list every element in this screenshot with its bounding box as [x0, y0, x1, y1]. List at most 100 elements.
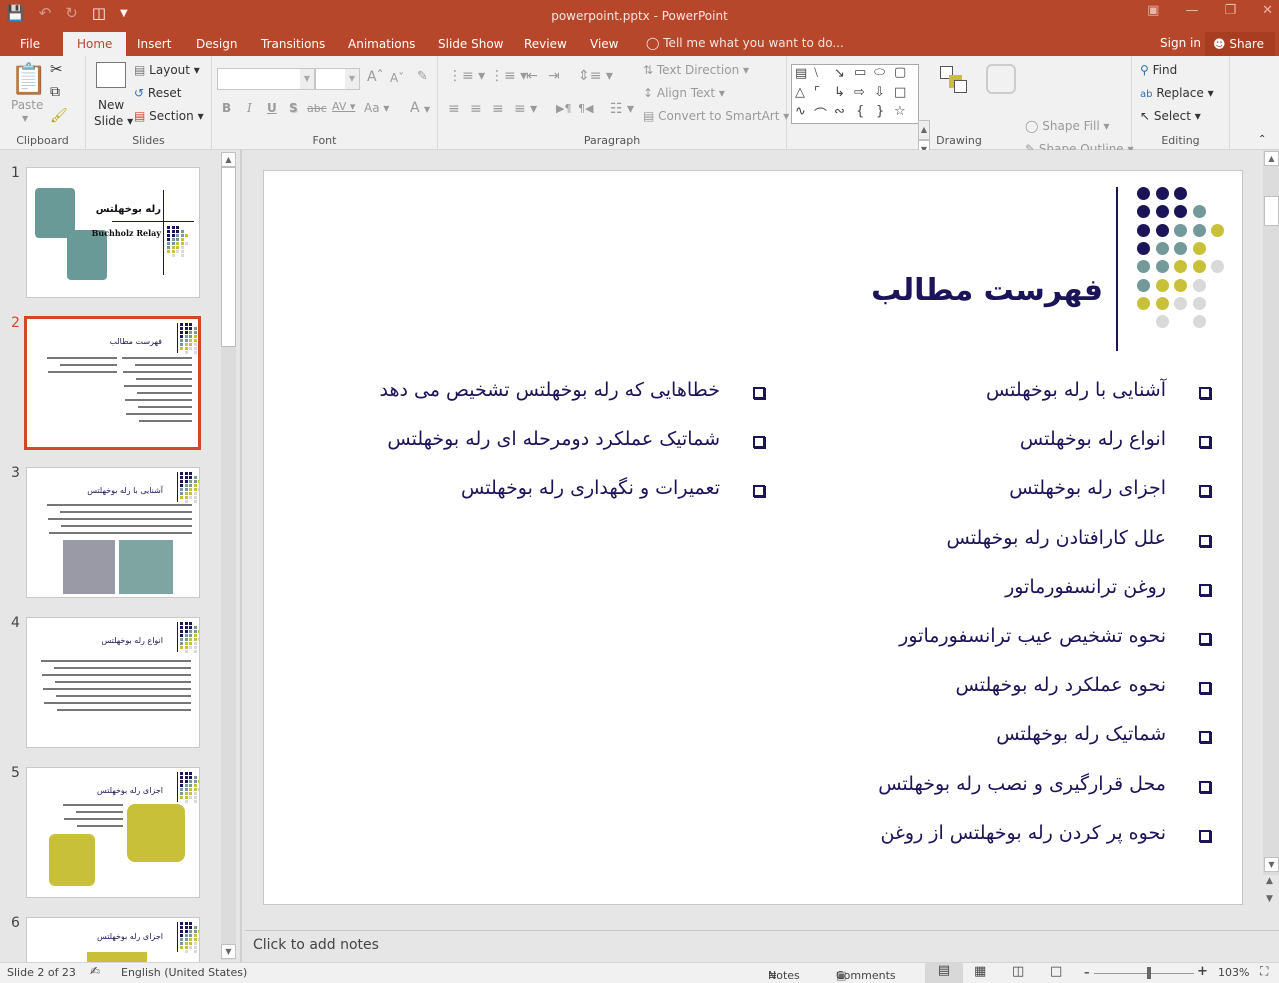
reset-button[interactable]: ↺ Reset: [134, 86, 181, 100]
fit-to-window-button[interactable]: ⛶: [1260, 964, 1268, 979]
next-slide-icon[interactable]: ▼: [1266, 894, 1273, 904]
tab-review[interactable]: Review: [524, 36, 567, 56]
slide-sorter-button[interactable]: ▦: [974, 964, 986, 979]
align-center-icon[interactable]: ≡: [470, 101, 482, 117]
slide-thumbnail-3[interactable]: آشنایی با رله بوخهلتس: [26, 467, 200, 598]
align-left-icon[interactable]: ≡: [448, 101, 460, 117]
shapes-scroll-up[interactable]: ▲: [918, 120, 930, 140]
font-size-combo[interactable]: ▼: [315, 68, 360, 90]
collapse-ribbon-icon[interactable]: ⌃: [1258, 134, 1266, 145]
shadow-button[interactable]: S: [289, 101, 298, 115]
notes-pane[interactable]: Click to add notes: [245, 930, 1279, 962]
tab-transitions[interactable]: Transitions: [261, 36, 325, 56]
align-right-icon[interactable]: ≡: [492, 101, 504, 117]
ribbon-display-options-icon[interactable]: ▣: [1147, 3, 1159, 18]
italic-button[interactable]: I: [247, 101, 252, 115]
ltr-icon[interactable]: ▶¶: [556, 102, 571, 115]
cut-icon[interactable]: ✂: [50, 60, 63, 78]
line-spacing-icon[interactable]: ⇕≡ ▾: [578, 68, 613, 84]
arc-shape-icon[interactable]: ⌒: [814, 104, 827, 123]
font-name-combo[interactable]: ▼: [217, 68, 315, 90]
share-button[interactable]: ☻ Share: [1205, 32, 1275, 56]
underline-button[interactable]: U: [267, 101, 277, 115]
justify-icon[interactable]: ≡ ▾: [514, 101, 537, 117]
character-spacing-button[interactable]: AV ▾: [332, 100, 355, 113]
new-slide-button[interactable]: New: [98, 98, 124, 112]
tab-view[interactable]: View: [590, 36, 618, 56]
slide-title[interactable]: فهرست مطالب: [871, 273, 1103, 308]
tab-design[interactable]: Design: [196, 36, 237, 56]
quick-styles-icon[interactable]: [986, 64, 1016, 94]
rectangle-shape-icon[interactable]: ▭: [854, 65, 866, 80]
reading-view-button[interactable]: ◫: [1012, 964, 1024, 979]
thumbnails-scroll-down[interactable]: ▼: [221, 944, 236, 959]
tell-me-box[interactable]: ◯ Tell me what you want to do...: [646, 36, 844, 50]
down-arrow-shape-icon[interactable]: ⇩: [874, 85, 885, 100]
zoom-slider[interactable]: [1094, 973, 1194, 974]
right-arrow-shape-icon[interactable]: ⇨: [854, 85, 865, 100]
copy-icon[interactable]: ⧉: [50, 84, 60, 100]
tab-home[interactable]: Home: [63, 32, 127, 56]
font-color-button[interactable]: A ▼: [410, 100, 430, 116]
decrease-font-icon[interactable]: Aˇ: [390, 71, 404, 85]
sign-in-link[interactable]: Sign in: [1160, 36, 1201, 50]
notes-placeholder[interactable]: Click to add notes: [253, 937, 379, 953]
find-button[interactable]: ⚲ Find: [1140, 63, 1177, 77]
previous-slide-icon[interactable]: ▲: [1266, 876, 1273, 886]
zoom-in-button[interactable]: +: [1197, 964, 1208, 979]
slide-thumbnail-4[interactable]: انواع رله بوخهلتس: [26, 617, 200, 748]
strikethrough-button[interactable]: abc: [307, 102, 327, 115]
slide-thumbnail-1[interactable]: رله بوخهلتس Buchholz Relay: [26, 167, 200, 298]
elbow-arrow-connector-icon[interactable]: ↳: [834, 85, 845, 100]
tab-insert[interactable]: Insert: [137, 36, 171, 56]
new-slide-label[interactable]: Slide ▾: [94, 114, 133, 128]
replace-button[interactable]: ab Replace ▾: [1140, 86, 1214, 100]
right-brace-shape-icon[interactable]: }: [876, 104, 884, 119]
arrange-icon[interactable]: [940, 66, 968, 94]
zoom-out-button[interactable]: –: [1084, 966, 1090, 979]
paste-icon[interactable]: 📋: [10, 62, 47, 97]
increase-indent-icon[interactable]: ⇥: [548, 68, 560, 84]
thumbnails-scroll-thumb[interactable]: [221, 167, 236, 347]
normal-view-button[interactable]: ▤: [925, 963, 963, 983]
line-shape-icon[interactable]: ⧵: [814, 66, 818, 81]
bold-button[interactable]: B: [222, 101, 231, 115]
new-slide-icon[interactable]: [96, 62, 126, 88]
align-text-button[interactable]: ↕ Align Text ▾: [643, 86, 725, 100]
callout-shape-icon[interactable]: □: [894, 85, 906, 100]
tab-file[interactable]: File: [20, 36, 40, 56]
slide-scroll-up[interactable]: ▲: [1264, 151, 1279, 166]
star-shape-icon[interactable]: ☆: [894, 104, 906, 119]
tab-animations[interactable]: Animations: [348, 36, 415, 56]
textbox-shape-icon[interactable]: ▤: [795, 66, 807, 81]
decrease-indent-icon[interactable]: ⇤: [526, 68, 538, 84]
font-size-dropdown[interactable]: ▼: [345, 69, 359, 89]
slide-show-button[interactable]: □: [1050, 964, 1062, 979]
slide-scroll-thumb[interactable]: [1264, 196, 1279, 226]
language-indicator[interactable]: English (United States): [121, 966, 247, 979]
bullets-icon[interactable]: ⋮≡ ▾: [448, 68, 485, 84]
paste-button[interactable]: Paste: [11, 98, 43, 112]
slide-scroll-down[interactable]: ▼: [1264, 857, 1279, 872]
rtl-icon[interactable]: ¶◀: [578, 102, 593, 115]
freeform-shape-icon[interactable]: ∿: [795, 104, 806, 119]
zoom-level[interactable]: 103%: [1218, 966, 1249, 979]
increase-font-icon[interactable]: Aˆ: [367, 69, 384, 85]
tab-slide-show[interactable]: Slide Show: [438, 36, 503, 56]
select-button[interactable]: ↖ Select ▾: [1140, 109, 1201, 123]
section-button[interactable]: ▤ Section ▾: [134, 109, 204, 123]
minimize-icon[interactable]: —: [1185, 3, 1198, 18]
columns-icon[interactable]: ☷ ▾: [610, 101, 634, 117]
zoom-slider-thumb[interactable]: [1147, 967, 1151, 979]
slide-scrollbar[interactable]: [1263, 150, 1279, 875]
elbow-connector-icon[interactable]: ⌜: [814, 85, 820, 100]
numbering-icon[interactable]: ⋮≡ ▾: [490, 68, 527, 84]
current-slide[interactable]: فهرست مطالب آشنایی با رله بوخهلتس انواع ر…: [263, 170, 1243, 905]
left-brace-shape-icon[interactable]: {: [856, 104, 864, 119]
restore-icon[interactable]: ❐: [1224, 3, 1236, 18]
curve-shape-icon[interactable]: ∾: [834, 104, 845, 119]
convert-smartart-button[interactable]: ▤ Convert to SmartArt ▾: [643, 109, 789, 123]
arrow-line-shape-icon[interactable]: ↘: [834, 66, 845, 81]
pane-splitter[interactable]: [240, 150, 242, 962]
oval-shape-icon[interactable]: ⬭: [874, 65, 885, 80]
